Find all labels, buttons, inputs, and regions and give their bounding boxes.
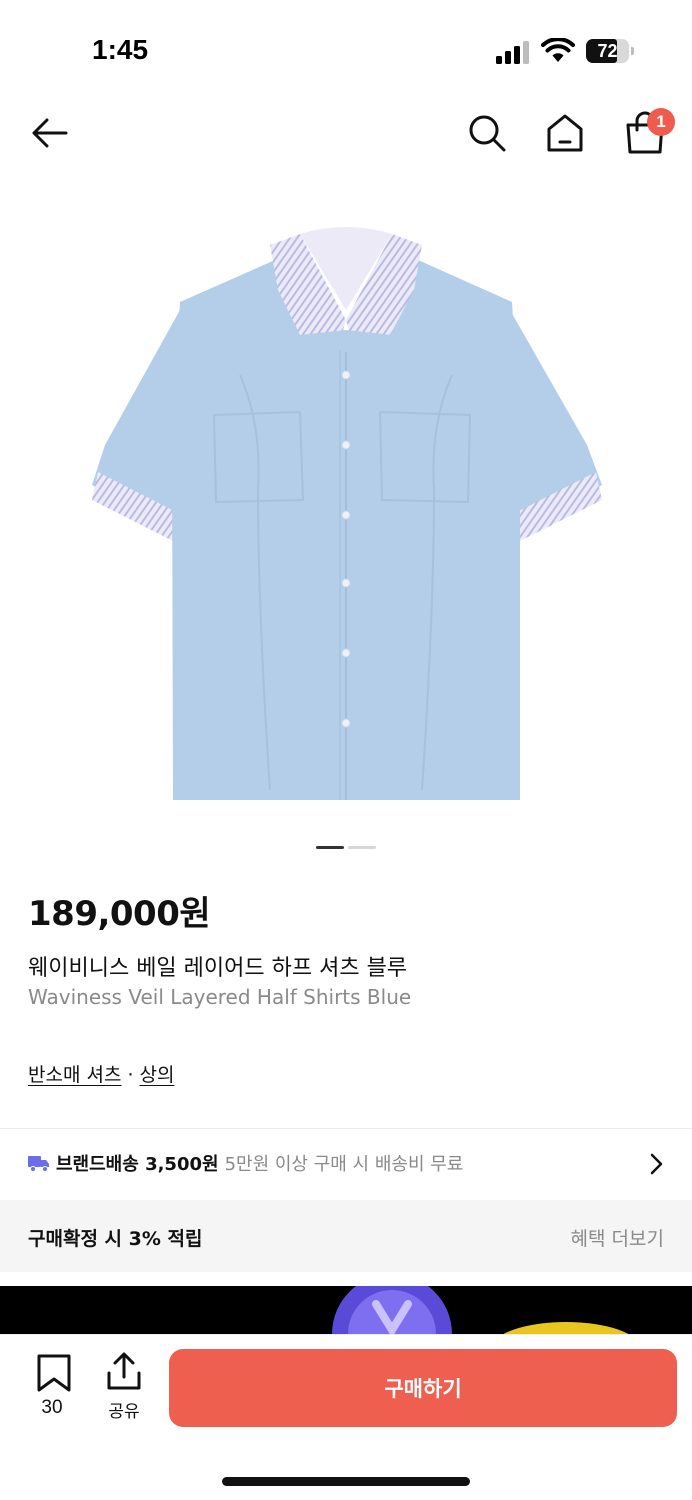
product-image[interactable]: [0, 190, 692, 830]
home-indicator[interactable]: [222, 1477, 470, 1486]
section-divider: [0, 1128, 692, 1129]
shipping-text: 브랜드배송 3,500원 5만원 이상 구매 시 배송비 무료: [56, 1150, 463, 1176]
share-label: 공유: [108, 1402, 140, 1422]
shipping-info-row[interactable]: 브랜드배송 3,500원 5만원 이상 구매 시 배송비 무료: [0, 1130, 692, 1198]
delivery-truck-icon: [28, 1156, 49, 1172]
category-separator: ·: [127, 1064, 134, 1086]
carousel-dot: [348, 846, 376, 849]
category-link-short-sleeve-shirts[interactable]: 반소매 셔츠: [28, 1064, 121, 1086]
chevron-right-icon: [650, 1153, 663, 1175]
cart-badge: 1: [647, 108, 675, 136]
points-reward-text: 구매확정 시 3% 적립: [28, 1228, 203, 1250]
buy-button[interactable]: 구매하기: [169, 1349, 677, 1427]
search-icon[interactable]: [466, 112, 508, 154]
status-time: 1:45: [92, 34, 149, 65]
carousel-indicator: [316, 846, 378, 850]
back-arrow-icon[interactable]: [28, 112, 70, 154]
wifi-icon: [541, 38, 575, 62]
bookmark-icon[interactable]: [34, 1353, 74, 1393]
bottom-action-bar: 30 공유 구매하기: [0, 1334, 692, 1500]
home-icon[interactable]: [544, 112, 586, 154]
product-name-english: Waviness Veil Layered Half Shirts Blue: [28, 985, 412, 1009]
bookmark-count: 30: [41, 1397, 63, 1418]
more-benefits-link[interactable]: 혜택 더보기: [571, 1224, 664, 1251]
share-icon[interactable]: [104, 1351, 144, 1391]
benefit-row: 구매확정 시 3% 적립 혜택 더보기: [0, 1200, 692, 1272]
category-link-tops[interactable]: 상의: [140, 1064, 175, 1086]
product-price: 189,000원: [28, 894, 211, 934]
product-name-korean: 웨이비니스 베일 레이어드 하프 셔츠 블루: [28, 956, 408, 981]
battery-indicator: 72: [586, 39, 634, 63]
battery-level: 72: [597, 41, 618, 61]
free-shipping-note: 5만원 이상 구매 시 배송비 무료: [224, 1154, 464, 1175]
status-bar: 1:45 72: [0, 0, 692, 100]
category-breadcrumb: 반소매 셔츠 · 상의: [28, 1060, 174, 1087]
shipping-fee: 브랜드배송 3,500원: [56, 1154, 219, 1175]
cellular-signal-icon: [496, 41, 529, 64]
carousel-dot-active: [316, 846, 344, 849]
